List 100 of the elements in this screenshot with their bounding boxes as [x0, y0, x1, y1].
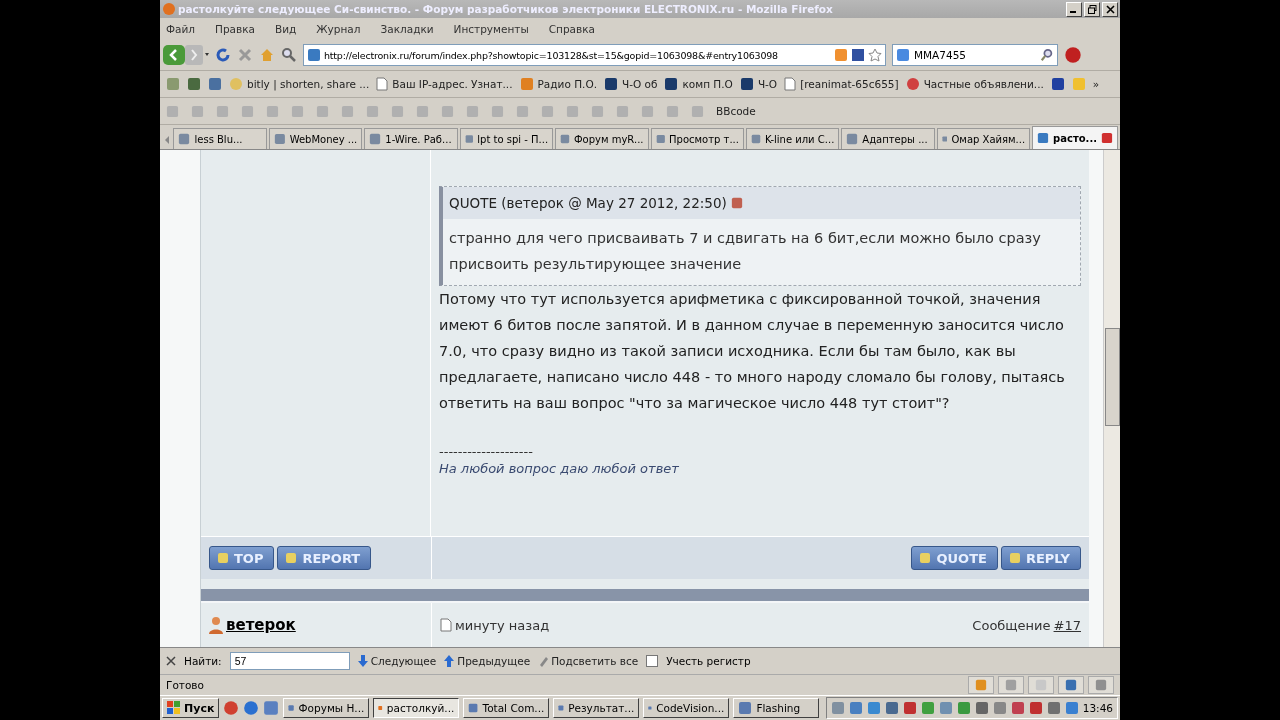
bookmark[interactable]: комп П.О: [664, 77, 733, 91]
tray-icon[interactable]: [1046, 701, 1061, 715]
close-icon[interactable]: [166, 656, 176, 666]
reload-icon[interactable]: [215, 47, 231, 63]
app-icon[interactable]: [468, 701, 479, 715]
tab-icon[interactable]: [1037, 132, 1050, 144]
tray-icon[interactable]: [830, 701, 845, 715]
format-tool-icon[interactable]: [416, 104, 429, 118]
bookmark[interactable]: bitly | shorten, share ...: [229, 77, 370, 91]
search-field[interactable]: MMA7455: [892, 44, 1058, 66]
format-tool-icon[interactable]: [516, 104, 529, 118]
find-previous-button[interactable]: Предыдущее: [444, 655, 531, 667]
tray-icon[interactable]: [1064, 701, 1079, 715]
circle-icon[interactable]: [243, 700, 260, 716]
format-tool-icon[interactable]: [691, 104, 704, 118]
browser-tab[interactable]: Форум myR...: [555, 128, 649, 149]
tray-icon[interactable]: [902, 701, 917, 715]
browser-tab[interactable]: расто...: [1032, 126, 1118, 149]
bookmark[interactable]: [reanimat-65c655]: [784, 77, 899, 91]
back-button[interactable]: [163, 44, 209, 66]
square-icon[interactable]: [208, 77, 222, 91]
tray-icon[interactable]: [1010, 701, 1025, 715]
circle-icon[interactable]: [905, 77, 920, 91]
tray-icon[interactable]: [974, 701, 989, 715]
menu-item[interactable]: Журнал: [316, 23, 361, 35]
format-tool-icon[interactable]: [191, 104, 204, 118]
home-icon[interactable]: [259, 47, 275, 63]
find-next-button[interactable]: Следующее: [357, 655, 437, 667]
browser-tab[interactable]: WebMoney ...: [268, 128, 363, 149]
tray-icon[interactable]: [866, 701, 881, 715]
format-tool-icon[interactable]: [166, 104, 179, 118]
menu-item[interactable]: Вид: [275, 23, 297, 35]
menu-item[interactable]: Закладки: [380, 23, 434, 35]
format-tool-icon[interactable]: [391, 104, 404, 118]
format-tool-icon[interactable]: [541, 104, 554, 118]
checkbox[interactable]: [646, 655, 659, 667]
bookmark[interactable]: Ч-О: [739, 77, 778, 91]
taskbar-button[interactable]: Результат...: [553, 698, 640, 718]
square-icon[interactable]: [263, 700, 280, 716]
stop-icon[interactable]: [237, 47, 253, 63]
format-tool-icon[interactable]: [291, 104, 304, 118]
scrollbar[interactable]: [1103, 150, 1120, 647]
restore-button[interactable]: [1084, 1, 1100, 17]
tray-icon[interactable]: [884, 701, 899, 715]
search-engine-icon[interactable]: [896, 48, 910, 62]
status-icon[interactable]: [968, 676, 994, 694]
message-number-link[interactable]: #17: [1053, 617, 1081, 633]
status-icon[interactable]: [1088, 676, 1114, 694]
format-tool-icon[interactable]: [641, 104, 654, 118]
app-icon[interactable]: [738, 701, 753, 715]
browser-tab[interactable]: Омар Хайям...: [936, 128, 1031, 149]
status-icon[interactable]: [1028, 676, 1054, 694]
status-icon[interactable]: [1058, 676, 1084, 694]
close-tab-icon[interactable]: [1101, 132, 1113, 144]
format-tool-icon[interactable]: [591, 104, 604, 118]
tab-icon[interactable]: [750, 133, 761, 145]
taskbar-button[interactable]: Форумы Н...: [283, 698, 370, 718]
menu-item[interactable]: Правка: [215, 23, 255, 35]
status-icon[interactable]: [998, 676, 1024, 694]
close-button[interactable]: [1102, 1, 1118, 17]
format-tool-icon[interactable]: [341, 104, 354, 118]
tray-icon[interactable]: [992, 701, 1007, 715]
bookmark[interactable]: Ваш IP-адрес. Узнат...: [376, 77, 513, 91]
browser-logo-icon[interactable]: [162, 2, 176, 16]
find-field[interactable]: 57: [229, 652, 350, 670]
browser-tab[interactable]: Адаптеры ...: [841, 128, 935, 149]
start-button[interactable]: Пуск: [162, 698, 220, 718]
format-tool-icon[interactable]: [316, 104, 329, 118]
browser-tab[interactable]: Просмотр т...: [650, 128, 744, 149]
format-tool-icon[interactable]: [216, 104, 229, 118]
tab-icon[interactable]: [273, 133, 286, 145]
bbcode-menu[interactable]: BBcode: [716, 105, 756, 117]
tab-icon[interactable]: [178, 133, 191, 145]
format-tool-icon[interactable]: [491, 104, 504, 118]
square-icon[interactable]: [1050, 77, 1065, 91]
minimize-button[interactable]: [1066, 1, 1082, 17]
square-icon[interactable]: [187, 77, 201, 91]
tab-icon[interactable]: [846, 133, 859, 145]
highlight-all-button[interactable]: Подсветить все: [538, 655, 639, 667]
search-icon[interactable]: [281, 47, 297, 63]
address-field[interactable]: http://electronix.ru/forum/index.php?showtopic=103128&st=15&gopid=1063098&#entry1063098: [303, 44, 886, 66]
bookmark[interactable]: Частные объявлени...: [905, 77, 1044, 91]
site-icon[interactable]: [307, 48, 321, 62]
taskbar-button[interactable]: CodeVision...: [643, 698, 730, 718]
more-bookmarks-button[interactable]: »: [1092, 78, 1100, 90]
format-tool-icon[interactable]: [616, 104, 629, 118]
format-tool-icon[interactable]: [241, 104, 254, 118]
format-tool-icon[interactable]: [466, 104, 479, 118]
browser-tab[interactable]: lpt to spi - П...: [459, 128, 554, 149]
menu-item[interactable]: Файл: [166, 23, 195, 35]
tray-icon[interactable]: [1028, 701, 1043, 715]
browser-tab[interactable]: K-line или C...: [745, 128, 840, 149]
menu-item[interactable]: Справка: [548, 23, 595, 35]
format-tool-icon[interactable]: [366, 104, 379, 118]
tab-icon[interactable]: [655, 133, 666, 145]
format-tool-icon[interactable]: [566, 104, 579, 118]
menu-item[interactable]: Инструменты: [453, 23, 529, 35]
bookmark[interactable]: Ч-О об: [604, 77, 658, 91]
tray-icon[interactable]: [956, 701, 971, 715]
browser-tab[interactable]: 1-Wire. Раб...: [364, 128, 458, 149]
